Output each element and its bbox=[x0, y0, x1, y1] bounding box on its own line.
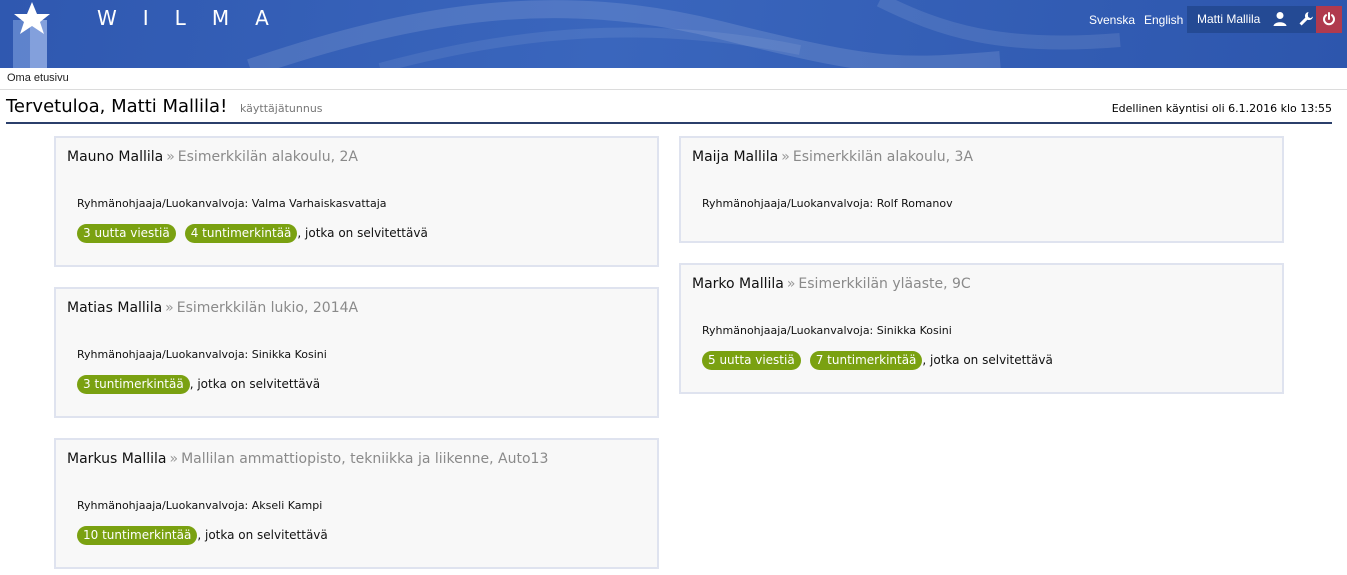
attendance-marks-badge[interactable]: 10 tuntimerkintää bbox=[77, 526, 198, 545]
card-heading: Marko Mallila» Esimerkkilän yläaste, 9C bbox=[692, 276, 971, 292]
notification-trail-text: , jotka on selvitettävä bbox=[189, 377, 321, 391]
title-divider bbox=[6, 122, 1332, 124]
star-logo-icon[interactable] bbox=[10, 0, 54, 68]
teacher-info: Ryhmänohjaaja/Luokanvalvoja: Sinikka Kos… bbox=[702, 324, 952, 337]
logout-button[interactable] bbox=[1316, 6, 1342, 33]
notification-row: 3 uutta viestiä 4 tuntimerkintää, jotka o… bbox=[77, 224, 428, 243]
new-messages-badge[interactable]: 3 uutta viestiä bbox=[77, 224, 176, 243]
wrench-icon[interactable] bbox=[1298, 11, 1314, 27]
student-card-mauno: Mauno Mallila» Esimerkkilän alakoulu, 2A … bbox=[54, 136, 659, 267]
card-heading: Markus Mallila» Mallilan ammattiopisto, t… bbox=[67, 451, 548, 467]
user-name-link[interactable]: Matti Mallila bbox=[1197, 12, 1260, 26]
student-card-markus: Markus Mallila» Mallilan ammattiopisto, t… bbox=[54, 438, 659, 569]
notification-row: 3 tuntimerkintää, jotka on selvitettävä bbox=[77, 375, 320, 394]
language-svenska-link[interactable]: Svenska bbox=[1089, 13, 1135, 27]
student-name-link[interactable]: Mauno Mallila bbox=[67, 149, 163, 165]
notification-trail-text: , jotka on selvitettävä bbox=[297, 226, 428, 240]
teacher-info: Ryhmänohjaaja/Luokanvalvoja: Sinikka Kos… bbox=[77, 348, 327, 361]
school-class-link[interactable]: Esimerkkilän lukio, 2014A bbox=[177, 300, 358, 316]
attendance-marks-badge[interactable]: 3 tuntimerkintää bbox=[77, 375, 190, 394]
page-title: Tervetuloa, Matti Mallila! bbox=[6, 96, 228, 117]
wilma-logo-text[interactable]: WILMA bbox=[97, 6, 295, 30]
attendance-marks-badge[interactable]: 4 tuntimerkintää bbox=[184, 224, 298, 243]
notification-trail-text: , jotka on selvitettävä bbox=[197, 528, 328, 542]
breadcrumb-separator: » bbox=[165, 300, 174, 316]
teacher-info: Ryhmänohjaaja/Luokanvalvoja: Rolf Romano… bbox=[702, 197, 953, 210]
new-messages-badge[interactable]: 5 uutta viestiä bbox=[702, 351, 801, 370]
breadcrumb-separator: » bbox=[169, 451, 179, 467]
notification-row: 5 uutta viestiä 7 tuntimerkintää, jotka o… bbox=[702, 351, 1053, 370]
language-english-link[interactable]: English bbox=[1144, 13, 1183, 27]
breadcrumb-separator: » bbox=[166, 149, 175, 165]
card-heading: Matias Mallila» Esimerkkilän lukio, 2014A bbox=[67, 300, 358, 316]
student-name-link[interactable]: Markus Mallila bbox=[67, 451, 167, 467]
school-class-link[interactable]: Esimerkkilän yläaste, 9C bbox=[798, 276, 970, 292]
card-heading: Mauno Mallila» Esimerkkilän alakoulu, 2A bbox=[67, 149, 358, 165]
username-link[interactable]: käyttäjätunnus bbox=[240, 102, 323, 115]
student-card-matias: Matias Mallila» Esimerkkilän lukio, 2014A… bbox=[54, 287, 659, 418]
teacher-info: Ryhmänohjaaja/Luokanvalvoja: Valma Varha… bbox=[77, 197, 387, 210]
student-card-marko: Marko Mallila» Esimerkkilän yläaste, 9C R… bbox=[679, 263, 1284, 394]
power-icon bbox=[1323, 12, 1335, 26]
student-name-link[interactable]: Matias Mallila bbox=[67, 300, 162, 316]
attendance-marks-badge[interactable]: 7 tuntimerkintää bbox=[809, 351, 923, 370]
student-name-link[interactable]: Maija Mallila bbox=[692, 149, 778, 165]
student-card-maija: Maija Mallila» Esimerkkilän alakoulu, 3A … bbox=[679, 136, 1284, 243]
breadcrumb-home-link[interactable]: Oma etusivu bbox=[7, 72, 69, 84]
school-class-link[interactable]: Mallilan ammattiopisto, tekniikka ja lii… bbox=[181, 451, 548, 467]
notification-row: 10 tuntimerkintää, jotka on selvitettävä bbox=[77, 526, 328, 545]
user-icon[interactable] bbox=[1273, 11, 1287, 27]
school-class-link[interactable]: Esimerkkilän alakoulu, 3A bbox=[793, 149, 973, 165]
breadcrumb-separator: » bbox=[786, 276, 796, 292]
top-header: WILMA Svenska English Matti Mallila bbox=[0, 0, 1347, 68]
card-heading: Maija Mallila» Esimerkkilän alakoulu, 3A bbox=[692, 149, 973, 165]
notification-trail-text: , jotka on selvitettävä bbox=[922, 353, 1053, 367]
breadcrumb-separator: » bbox=[781, 149, 790, 165]
breadcrumb-bar: Oma etusivu bbox=[0, 68, 1347, 90]
last-visit-info: Edellinen käyntisi oli 6.1.2016 klo 13:5… bbox=[1111, 102, 1332, 115]
teacher-info: Ryhmänohjaaja/Luokanvalvoja: Akseli Kamp… bbox=[77, 499, 323, 512]
student-name-link[interactable]: Marko Mallila bbox=[692, 276, 784, 292]
school-class-link[interactable]: Esimerkkilän alakoulu, 2A bbox=[178, 149, 358, 165]
